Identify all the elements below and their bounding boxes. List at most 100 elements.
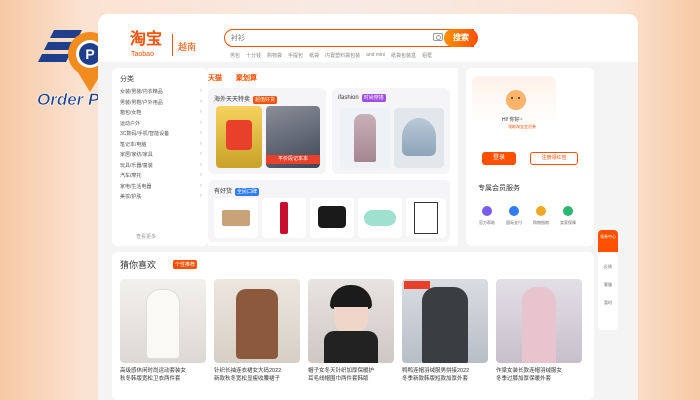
chevron-right-icon: › xyxy=(200,119,202,126)
product-image xyxy=(308,279,394,363)
category-label: 3C数码/手机/智能设备 xyxy=(120,131,170,137)
user-panel: Hi! 你好~ 领取淘宝会员券 登录 注册领红包 专属会员服务 官方帮助 国际支… xyxy=(466,68,594,246)
product-image[interactable] xyxy=(406,198,446,238)
card-overseas-sale[interactable]: 海外天天特卖 超值好货 平价段记本本 xyxy=(208,88,326,174)
service-help[interactable]: 官方帮助 xyxy=(474,206,500,226)
hot-word[interactable]: 纸袋 xyxy=(309,52,319,59)
product-image[interactable] xyxy=(394,108,444,168)
hot-word[interactable]: 铝框 xyxy=(422,52,432,59)
product-title: 帽子女冬天针织加厚保暖护 耳毛线帽围巾两件套韩版 xyxy=(308,368,375,382)
product-card[interactable]: 高级感休闲时尚运动套装女 秋冬韩版宽松卫衣两件套 xyxy=(120,279,206,383)
product-card[interactable]: 针织长袖连衣裙女大码2022 新款秋冬宽松显瘦收腰裙子 xyxy=(214,279,300,383)
back-to-top-button[interactable]: 暂时 xyxy=(598,300,618,306)
category-item[interactable]: 笔记本/电脑 › xyxy=(120,141,204,152)
chevron-right-icon: › xyxy=(200,140,202,147)
service-payment[interactable]: 国际支付 xyxy=(501,206,527,226)
product-image xyxy=(402,279,488,363)
product-image[interactable] xyxy=(262,198,306,238)
product-image[interactable]: 平价段记本本 xyxy=(266,106,320,168)
category-item[interactable]: 3C数码/手机/智能设备 › xyxy=(120,130,204,141)
header: 淘宝 Taobao 越南 搜索 男包 十分钱 购物袋 手提包 纸袋 内置塑料袋包… xyxy=(98,14,638,62)
register-button[interactable]: 注册领红包 xyxy=(530,152,578,165)
card-title: 有好货 xyxy=(214,189,233,195)
tab-tmall[interactable]: 天猫 xyxy=(208,73,222,83)
chevron-right-icon: › xyxy=(200,172,202,178)
product-title: 鸭鸭连帽羽绒服男拼接2022 冬季新款韩版短款加厚外套 xyxy=(402,368,470,382)
side-float-bar: 领券中心 反馈 客服 暂时 xyxy=(598,230,618,330)
category-item[interactable]: 汽车/摩托 › xyxy=(120,172,204,183)
login-button[interactable]: 登录 xyxy=(482,152,516,165)
category-item[interactable]: 运动户外 › xyxy=(120,120,204,131)
avatar-area: Hi! 你好~ 领取淘宝会员券 xyxy=(472,76,556,129)
guess-title: 猜你喜欢 xyxy=(120,261,157,271)
product-image[interactable] xyxy=(214,198,258,238)
category-item[interactable]: 女装/男装/内衣精品 › xyxy=(120,88,204,99)
camera-icon[interactable] xyxy=(433,33,443,41)
product-card[interactable]: 帽子女冬天针织加厚保暖护 耳毛线帽围巾两件套韩版 xyxy=(308,279,394,383)
product-title: 针织长袖连衣裙女大码2022 新款秋冬宽松显瘦收腰裙子 xyxy=(214,368,282,382)
category-more-link[interactable]: 查看更多 xyxy=(136,233,156,240)
card-ifashion[interactable]: ifashion 时尚穿搭 xyxy=(332,88,450,174)
product-card[interactable]: 鸭鸭连帽羽绒服男拼接2022 冬季新款韩版短款加厚外套 xyxy=(402,279,488,383)
category-item[interactable]: 家居/家纺/家具 › xyxy=(120,151,204,162)
product-image[interactable] xyxy=(358,198,402,238)
hot-word[interactable]: 购物袋 xyxy=(267,52,282,59)
category-list: 女装/男装/内衣精品 › 男装/男鞋/户外用品 › 箱包/女鞋 › 运动户外 › 3C数… xyxy=(120,88,204,204)
logo-divider xyxy=(172,34,173,56)
feedback-button[interactable]: 反馈 xyxy=(598,264,618,270)
category-label: 箱包/女鞋 xyxy=(120,110,142,116)
category-label: 玩具/乐器/童装 xyxy=(120,162,153,169)
category-label: 女装/男装/内衣精品 xyxy=(120,89,163,95)
hot-word[interactable]: 纸袋包装盒 xyxy=(391,52,416,59)
category-label: 男装/男鞋/户外用品 xyxy=(120,99,163,106)
hot-word[interactable]: 男包 xyxy=(230,52,240,59)
guide-icon xyxy=(536,206,546,216)
chevron-right-icon: › xyxy=(200,109,202,115)
chevron-right-icon: › xyxy=(200,88,202,94)
product-image[interactable] xyxy=(216,106,262,168)
service-label: 国际支付 xyxy=(506,220,522,225)
search-input[interactable] xyxy=(231,32,421,44)
service-guide[interactable]: 购物指南 xyxy=(528,206,554,226)
card-good-goods[interactable]: 有好货 全民口碑 xyxy=(208,180,450,242)
product-title: 作梁女装长款连帽羽绒服女 冬季过膝加厚保暖外套 xyxy=(496,368,563,382)
product-image[interactable] xyxy=(340,108,390,168)
hot-word[interactable]: 十分钱 xyxy=(246,52,261,59)
avatar[interactable] xyxy=(506,90,526,110)
guess-you-like: 猜你喜欢 个性推荐 高级感休闲时尚运动套装女 秋冬韩版宽松卫衣两件套 针织长袖连衣… xyxy=(112,252,594,400)
category-label: 家电/生活电器 xyxy=(120,183,152,190)
category-item[interactable]: 男装/男鞋/户外用品 › xyxy=(120,99,204,110)
category-label: 美妆/护肤 xyxy=(120,194,142,200)
card-tag: 时尚穿搭 xyxy=(361,94,386,102)
service-label: 官方帮助 xyxy=(479,220,495,225)
category-item[interactable]: 玩具/乐器/童装 › xyxy=(120,162,204,173)
service-button[interactable]: 客服 xyxy=(598,282,618,288)
service-protection[interactable]: 卖家保障 xyxy=(555,206,581,226)
chevron-right-icon: › xyxy=(200,151,202,157)
product-image[interactable] xyxy=(310,198,354,238)
card-tag: 全民口碑 xyxy=(235,188,260,196)
category-item[interactable]: 箱包/女鞋 › xyxy=(120,109,204,120)
product-image xyxy=(496,279,582,363)
category-item[interactable]: 美妆/护肤 › xyxy=(120,193,204,204)
category-item[interactable]: 家电/生活电器 › xyxy=(120,183,204,194)
hot-word[interactable]: 内置塑料袋包装 xyxy=(325,52,360,59)
taobao-logo[interactable]: 淘宝 xyxy=(130,32,162,48)
taobao-window: 淘宝 Taobao 越南 搜索 男包 十分钱 购物袋 手提包 纸袋 内置塑料袋包… xyxy=(98,14,638,400)
chevron-right-icon: › xyxy=(200,193,202,199)
product-card[interactable]: 作梁女装长款连帽羽绒服女 冬季过膝加厚保暖外套 xyxy=(496,279,582,383)
category-label: 笔记本/电脑 xyxy=(120,141,147,148)
guess-tag: 个性推荐 xyxy=(173,260,198,269)
shield-icon xyxy=(563,206,573,216)
hot-word[interactable]: 手提包 xyxy=(288,52,303,59)
card-title: 海外天天特卖 xyxy=(214,97,251,103)
hot-word[interactable]: and mini xyxy=(366,52,385,59)
region-label: 越南 xyxy=(178,43,197,53)
coupon-center-button[interactable]: 领券中心 xyxy=(598,230,618,252)
search-button[interactable]: 搜索 xyxy=(444,29,478,47)
tab-juhuasuan[interactable]: 聚划算 xyxy=(236,73,257,83)
chevron-right-icon: › xyxy=(200,98,202,105)
service-label: 卖家保障 xyxy=(560,220,576,225)
product-image xyxy=(120,279,206,363)
coupon-hint[interactable]: 领取淘宝会员券 xyxy=(508,124,536,130)
